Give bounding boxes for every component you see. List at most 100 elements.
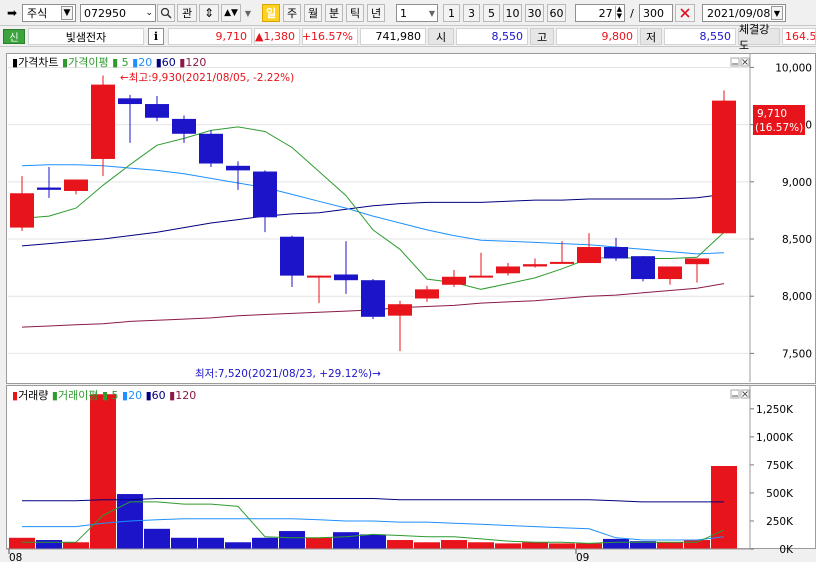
chart-window: ➡ 주식 ▼ 072950 ⌄ 관 ⇕ ▲▼ ▼ 일 주 월 분 틱 년 1 ▼… (0, 0, 816, 562)
candle-body[interactable] (226, 165, 250, 171)
legend-marker: ▮ (109, 56, 119, 69)
candle-body[interactable] (442, 276, 466, 285)
volume-bar[interactable] (144, 528, 170, 549)
legend-item[interactable]: 5 (118, 56, 129, 69)
volume-axis-label: 1,250K (756, 404, 794, 416)
legend-marker: ▮ (59, 56, 69, 69)
legend-item[interactable]: 거래량 (18, 389, 48, 402)
price-axis-label: 10,000 (775, 62, 812, 74)
volume-bar[interactable] (468, 542, 494, 549)
volume-bar[interactable] (90, 394, 116, 549)
panel-close-icon[interactable] (740, 389, 750, 399)
volume-bar[interactable] (333, 532, 359, 549)
candle-body[interactable] (64, 179, 88, 191)
candle-body[interactable] (523, 264, 547, 267)
volume-bar[interactable] (360, 534, 386, 549)
volume-bar[interactable] (414, 542, 440, 549)
volume-bar[interactable] (603, 538, 629, 549)
volume-legend[interactable]: ▮거래량 ▮거래이평 ▮ 5 ▮20 ▮60 ▮120 (12, 389, 196, 402)
candle-body[interactable] (253, 171, 277, 218)
stock-chart[interactable]: 10,0009,5009,0008,5008,0007,500 1,250K1,… (0, 0, 816, 562)
low-annotation: 최저:7,520(2021/08/23, +29.12%)→ (195, 368, 381, 380)
legend-item[interactable]: 가격차트 (18, 56, 58, 69)
panel-close-icon[interactable] (740, 57, 750, 67)
legend-item[interactable]: 가격이평 (68, 56, 108, 69)
volume-bar[interactable] (225, 542, 251, 549)
candle-body[interactable] (199, 133, 223, 164)
legend-marker: ▮ (142, 389, 152, 402)
volume-axis-label: 0K (779, 544, 794, 556)
candle-body[interactable] (496, 266, 520, 274)
ma60-line (21, 193, 725, 247)
legend-item[interactable]: 20 (128, 389, 142, 402)
volume-axis-label: 500K (766, 488, 794, 500)
volume-bar[interactable] (576, 543, 602, 549)
candle-body[interactable] (550, 261, 574, 264)
candle-body[interactable] (172, 118, 196, 134)
legend-marker: ▮ (166, 389, 176, 402)
legend-marker: ▮ (129, 56, 139, 69)
last-price-rate: (16.57%) (755, 122, 803, 134)
volume-bar[interactable] (711, 466, 737, 549)
volume-bar[interactable] (36, 540, 62, 549)
volume-bar[interactable] (549, 543, 575, 549)
candle-body[interactable] (91, 84, 115, 159)
price-axis-label: 8,000 (782, 291, 812, 303)
volume-bar[interactable] (387, 540, 413, 549)
panel-maximize-icon[interactable] (730, 57, 740, 67)
candle-body[interactable] (469, 275, 493, 278)
legend-item[interactable]: 거래이평 (58, 389, 98, 402)
candle-body[interactable] (415, 289, 439, 299)
legend-marker: ▮ (119, 389, 129, 402)
volume-bar[interactable] (306, 537, 332, 549)
legend-item[interactable]: 120 (185, 56, 206, 69)
volume-axis-label: 1,000K (756, 432, 794, 444)
candle-body[interactable] (280, 236, 304, 276)
legend-item[interactable]: 20 (138, 56, 152, 69)
x-axis-label: 08 (9, 552, 22, 562)
legend-item[interactable]: 60 (162, 56, 176, 69)
volume-axis-label: 750K (766, 460, 794, 472)
legend-item[interactable]: 5 (108, 389, 119, 402)
candle-body[interactable] (334, 274, 358, 281)
candle-body[interactable] (685, 258, 709, 265)
volume-bar[interactable] (279, 531, 305, 549)
legend-marker: ▮ (98, 389, 108, 402)
legend-item[interactable]: 60 (152, 389, 166, 402)
candle-body[interactable] (307, 275, 331, 278)
volume-bar[interactable] (63, 542, 89, 549)
legend-marker: ▮ (48, 389, 58, 402)
volume-bar[interactable] (198, 537, 224, 549)
volume-bar[interactable] (252, 537, 278, 549)
legend-marker: ▮ (176, 56, 186, 69)
candle-body[interactable] (361, 280, 385, 317)
candle-body[interactable] (712, 100, 736, 234)
price-legend[interactable]: ▮가격차트 ▮가격이평 ▮ 5 ▮20 ▮60 ▮120 (12, 56, 206, 69)
candle-body[interactable] (388, 304, 412, 316)
volume-bar[interactable] (495, 543, 521, 549)
price-axis-label: 9,000 (782, 177, 812, 189)
candle-body[interactable] (37, 187, 61, 190)
ma5-line (21, 126, 725, 290)
candle-body[interactable] (631, 256, 655, 280)
volume-bar[interactable] (684, 540, 710, 549)
volume-bar[interactable] (9, 537, 35, 549)
volume-bar[interactable] (657, 542, 683, 549)
volume-bar[interactable] (171, 537, 197, 549)
volume-bar[interactable] (522, 542, 548, 549)
panel-maximize-icon[interactable] (730, 389, 740, 399)
x-axis-label: 09 (576, 552, 589, 562)
candle-body[interactable] (658, 266, 682, 280)
price-axis-label: 7,500 (782, 348, 812, 360)
candle-body[interactable] (145, 104, 169, 118)
legend-marker: ▮ (152, 56, 162, 69)
candle-body[interactable] (604, 247, 628, 259)
volume-bar[interactable] (441, 540, 467, 549)
volume-axis-label: 250K (766, 516, 794, 528)
candle-body[interactable] (10, 193, 34, 228)
high-annotation: ←최고:9,930(2021/08/05, -2.22%) (120, 72, 294, 84)
ma20-line (21, 164, 725, 255)
candle-body[interactable] (118, 98, 142, 105)
legend-item[interactable]: 120 (175, 389, 196, 402)
candle-body[interactable] (577, 247, 601, 264)
